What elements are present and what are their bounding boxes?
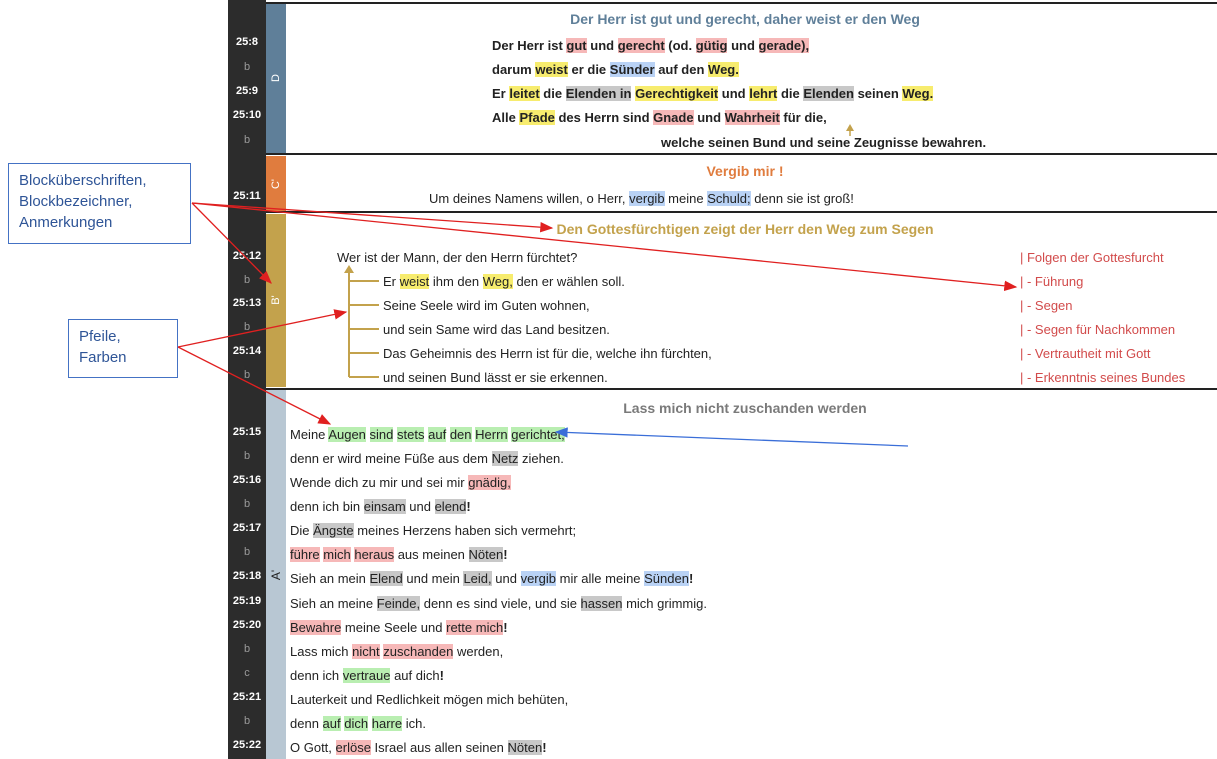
callout-arrows-red bbox=[177, 202, 1018, 425]
annotation-arrows-layer bbox=[177, 124, 1018, 447]
structure-bracket-b bbox=[348, 271, 379, 378]
callout-arrow-blue bbox=[554, 427, 909, 447]
structure-arrowhead-b bbox=[344, 265, 354, 273]
structure-arrow-d bbox=[846, 124, 854, 136]
